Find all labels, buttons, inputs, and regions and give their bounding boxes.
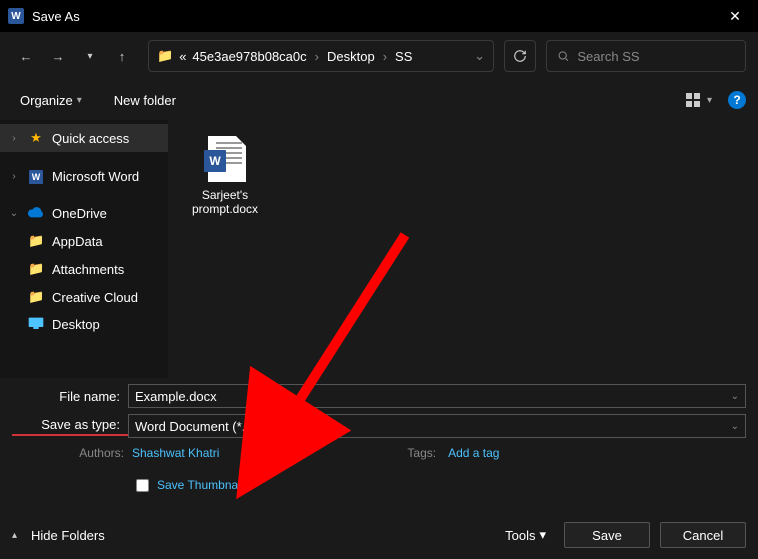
chevron-down-icon[interactable]: ⌄: [8, 208, 20, 219]
tags-label: Tags:: [407, 446, 436, 460]
forward-button[interactable]: →: [44, 42, 72, 70]
search-icon: [557, 49, 569, 63]
chevron-right-icon: ›: [381, 49, 389, 64]
sidebar-item-quick-access[interactable]: › ★ Quick access: [0, 124, 168, 152]
filename-value: Example.docx: [135, 389, 217, 404]
view-icon: [685, 92, 701, 108]
sidebar-item-attachments[interactable]: 📁 Attachments: [0, 255, 168, 283]
chevron-down-icon: ▾: [77, 95, 82, 106]
cancel-button[interactable]: Cancel: [660, 522, 746, 548]
file-item[interactable]: W Sarjeet's prompt.docx: [180, 132, 270, 220]
new-folder-button[interactable]: New folder: [106, 89, 184, 112]
sidebar-item-label: OneDrive: [52, 206, 107, 221]
address-bar[interactable]: 📁 « 45e3ae978b08ca0c › Desktop › SS ⌄: [148, 40, 494, 72]
sidebar-item-label: Attachments: [52, 262, 124, 277]
sidebar-item-label: Microsoft Word: [52, 169, 139, 184]
search-input[interactable]: [577, 49, 735, 64]
chevron-down-icon[interactable]: ⌄: [731, 421, 739, 432]
tools-dropdown[interactable]: Tools ▾: [505, 527, 546, 543]
desktop-icon: [28, 317, 44, 332]
save-button[interactable]: Save: [564, 522, 650, 548]
sidebar-item-label: AppData: [52, 234, 103, 249]
organize-button[interactable]: Organize ▾: [12, 89, 90, 112]
close-button[interactable]: ✕: [712, 0, 758, 32]
collapse-icon[interactable]: ▴: [12, 530, 17, 541]
file-label: Sarjeet's prompt.docx: [184, 188, 266, 216]
chevron-right-icon[interactable]: ›: [8, 171, 20, 182]
organize-label: Organize: [20, 93, 73, 108]
refresh-button[interactable]: [504, 40, 536, 72]
search-box[interactable]: [546, 40, 746, 72]
hide-folders-button[interactable]: Hide Folders: [31, 528, 105, 543]
chevron-down-icon[interactable]: ⌄: [731, 391, 739, 402]
chevron-down-icon: ▾: [707, 95, 712, 106]
save-as-type-dropdown[interactable]: Word Document (*.docx) ⌄: [128, 414, 746, 438]
sidebar-item-label: Desktop: [52, 317, 100, 332]
save-thumbnail-label[interactable]: Save Thumbnail: [157, 478, 244, 492]
chevron-right-icon: ›: [313, 49, 321, 64]
sidebar-item-creative-cloud[interactable]: 📁 Creative Cloud: [0, 283, 168, 311]
folder-icon: 📁: [28, 233, 44, 249]
save-thumbnail-checkbox[interactable]: [136, 479, 149, 492]
word-icon: W: [29, 170, 43, 184]
sidebar-item-label: Creative Cloud: [52, 290, 138, 305]
folder-icon: 📁: [28, 289, 44, 305]
docx-file-icon: W: [204, 136, 246, 184]
sidebar-item-appdata[interactable]: 📁 AppData: [0, 227, 168, 255]
address-history-dropdown[interactable]: ⌄: [474, 48, 485, 64]
save-as-type-label: Save as type:: [12, 417, 128, 436]
files-pane[interactable]: W Sarjeet's prompt.docx: [168, 120, 758, 378]
authors-label: Authors:: [68, 446, 124, 460]
word-app-icon: W: [8, 8, 24, 24]
folder-icon: 📁: [157, 48, 173, 64]
recent-dropdown[interactable]: ▾: [76, 42, 104, 70]
save-as-type-value: Word Document (*.docx): [135, 419, 277, 434]
cloud-icon: [28, 206, 44, 221]
breadcrumb-segment[interactable]: 45e3ae978b08ca0c: [192, 49, 306, 64]
star-icon: ★: [28, 130, 44, 146]
sidebar-item-label: Quick access: [52, 131, 129, 146]
folder-icon: 📁: [28, 261, 44, 277]
sidebar: › ★ Quick access › W Microsoft Word ⌄ On…: [0, 120, 168, 378]
crumb-prefix: «: [179, 49, 186, 64]
breadcrumb-segment[interactable]: SS: [395, 49, 412, 64]
chevron-down-icon: ▾: [539, 527, 546, 543]
filename-input[interactable]: Example.docx ⌄: [128, 384, 746, 408]
tags-value[interactable]: Add a tag: [448, 446, 499, 460]
authors-value[interactable]: Shashwat Khatri: [132, 446, 219, 460]
filename-label: File name:: [12, 389, 128, 404]
new-folder-label: New folder: [114, 93, 176, 108]
sidebar-item-microsoft-word[interactable]: › W Microsoft Word: [0, 162, 168, 190]
window-title: Save As: [32, 9, 80, 24]
up-button[interactable]: ↑: [108, 42, 136, 70]
help-button[interactable]: ?: [728, 91, 746, 109]
tools-label: Tools: [505, 528, 535, 543]
back-button[interactable]: ←: [12, 42, 40, 70]
chevron-right-icon[interactable]: ›: [8, 133, 20, 144]
breadcrumb-segment[interactable]: Desktop: [327, 49, 375, 64]
sidebar-item-onedrive[interactable]: ⌄ OneDrive: [0, 200, 168, 227]
view-options-button[interactable]: ▾: [685, 92, 712, 108]
sidebar-item-desktop[interactable]: Desktop: [0, 311, 168, 338]
